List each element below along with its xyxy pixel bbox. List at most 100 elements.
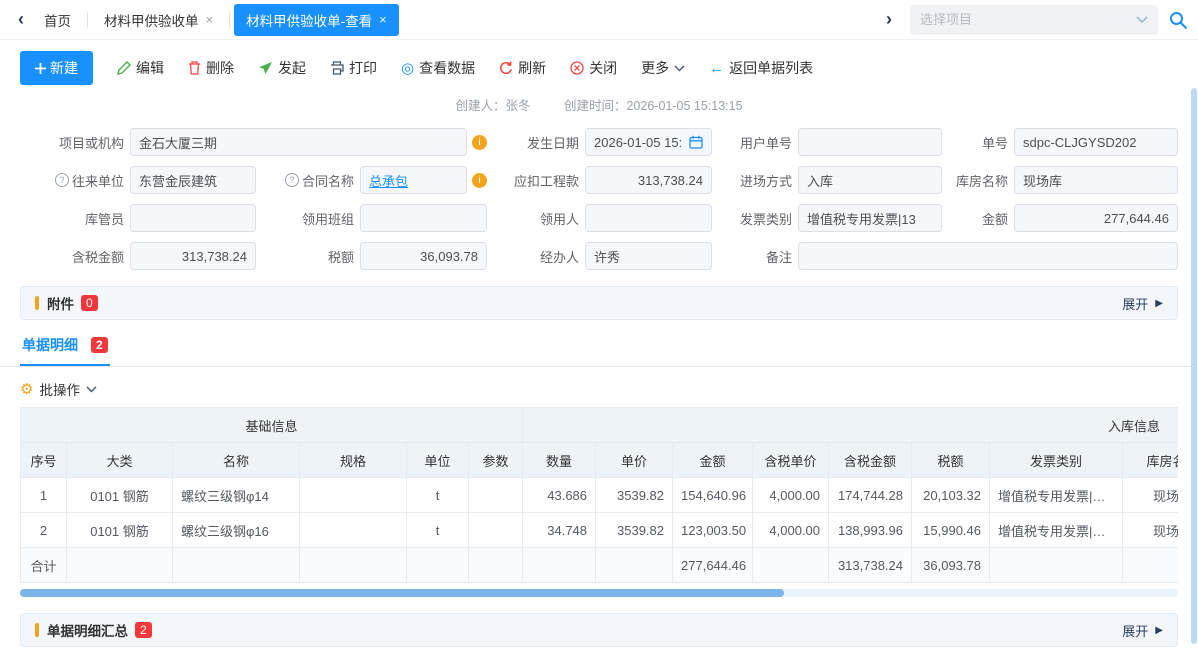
button-label: 关闭 (589, 58, 617, 78)
field-req-person: 领用人 (487, 204, 712, 232)
contract-link[interactable]: 总承包 (369, 171, 408, 190)
project-select-input[interactable] (920, 12, 1136, 27)
arrow-left-icon: ← (709, 60, 724, 77)
tab-home[interactable]: 首页 (32, 4, 83, 36)
field-label: 发票类别 (712, 209, 798, 228)
new-button[interactable]: 新建 (20, 51, 93, 85)
table-cell (173, 548, 300, 583)
table-row[interactable]: 20101 钢筋螺纹三级钢φ16t34.7483539.82123,003.50… (21, 513, 1179, 548)
button-label: 更多 (641, 58, 669, 78)
help-icon[interactable]: ? (285, 173, 299, 187)
summary-expand-button[interactable]: 展开 ▶ (1122, 621, 1163, 640)
occur-date-input[interactable]: 2026-01-05 15: (585, 128, 712, 156)
more-button[interactable]: 更多 (641, 58, 685, 78)
table-cell (523, 548, 596, 583)
expand-label: 展开 (1122, 294, 1148, 313)
keeper-input[interactable] (130, 204, 256, 232)
attachments-bar[interactable]: 附件 0 展开 ▶ (20, 286, 1178, 320)
field-req-team: 领用班组 (256, 204, 487, 232)
table-total-row: 合计277,644.46313,738.2436,093.78 (21, 548, 1179, 583)
vertical-scrollbar-thumb[interactable] (1191, 88, 1197, 644)
counterparty-input[interactable]: 东营金辰建筑 (130, 166, 256, 194)
column-header: 规格 (300, 443, 407, 478)
document-form: 项目或机构 金石大厦三期 i 发生日期 2026-01-05 15: 用户单号 … (20, 128, 1178, 270)
detail-tab-strip: 单据明细 2 (0, 333, 1198, 367)
initiate-button[interactable]: 发起 (258, 58, 306, 78)
view-data-button[interactable]: ◎ 查看数据 (401, 58, 475, 78)
help-icon[interactable]: ? (55, 173, 69, 187)
section-marker (35, 296, 39, 310)
horizontal-scrollbar[interactable] (20, 589, 1178, 597)
tab-document-detail[interactable]: 单据明细 2 (20, 333, 110, 366)
tabs-scroll-left-icon[interactable]: ‹ (10, 9, 32, 30)
column-header: 含税单价 (753, 443, 829, 478)
tab-close-icon[interactable]: × (206, 12, 214, 27)
tab-label: 单据明细 (22, 335, 78, 355)
eye-icon: ◎ (401, 61, 414, 76)
amount-input[interactable]: 277,644.46 (1014, 204, 1178, 232)
field-handler: 经办人 许秀 (487, 242, 712, 270)
column-header: 金额 (673, 443, 753, 478)
close-button[interactable]: 关闭 (570, 58, 617, 78)
button-label: 删除 (206, 58, 234, 78)
warehouse-input[interactable]: 现场库 (1014, 166, 1178, 194)
handler-input[interactable]: 许秀 (585, 242, 712, 270)
info-icon[interactable]: i (472, 173, 487, 188)
batch-operations-label: 批操作 (39, 379, 80, 399)
close-circle-icon (570, 61, 584, 75)
contract-input[interactable]: 总承包 (360, 166, 467, 194)
delete-button[interactable]: 删除 (188, 58, 234, 78)
detail-table: 基础信息 入库信息 序号大类名称规格单位参数数量单价金额含税单价含税金额税额发票… (20, 407, 1178, 583)
table-cell: 277,644.46 (673, 548, 753, 583)
req-team-input[interactable] (360, 204, 487, 232)
chevron-down-icon (1136, 16, 1148, 24)
field-keeper: 库管员 (20, 204, 256, 232)
doc-no-input[interactable]: sdpc-CLJGYSD202 (1014, 128, 1178, 156)
tax-input[interactable]: 36,093.78 (360, 242, 487, 270)
batch-operations-button[interactable]: ⚙ 批操作 (20, 379, 1178, 399)
back-to-list-button[interactable]: ← 返回单据列表 (709, 58, 813, 78)
deduct-amount-input[interactable]: 313,738.24 (585, 166, 712, 194)
field-contract: ?合同名称 总承包 i (256, 166, 487, 194)
tabs-scroll-right-icon[interactable]: › (878, 9, 900, 30)
refresh-button[interactable]: 刷新 (499, 58, 546, 78)
field-project: 项目或机构 金石大厦三期 i (20, 128, 487, 156)
remark-input[interactable] (798, 242, 1178, 270)
button-label: 刷新 (518, 58, 546, 78)
table-cell: 螺纹三级钢φ14 (173, 478, 300, 513)
horizontal-scrollbar-thumb[interactable] (20, 589, 784, 597)
tab-material-view[interactable]: 材料甲供验收单-查看 × (234, 4, 399, 36)
project-select[interactable] (910, 5, 1158, 35)
table-cell (596, 548, 673, 583)
table-row[interactable]: 10101 钢筋螺纹三级钢φ14t43.6863539.82154,640.96… (21, 478, 1179, 513)
info-icon[interactable]: i (472, 135, 487, 150)
detail-summary-bar[interactable]: 单据明细汇总 2 展开 ▶ (20, 613, 1178, 647)
send-icon (258, 61, 273, 75)
req-person-input[interactable] (585, 204, 712, 232)
field-label: 应扣工程款 (487, 171, 585, 190)
tab-material-list[interactable]: 材料甲供验收单 × (92, 4, 225, 36)
tab-label: 材料甲供验收单-查看 (246, 10, 372, 30)
invoice-type-input[interactable]: 增值税专用发票|13 (798, 204, 942, 232)
tab-bar: ‹ 首页 材料甲供验收单 × 材料甲供验收单-查看 × › (0, 0, 1198, 40)
column-header: 大类 (67, 443, 173, 478)
group-header-row: 基础信息 入库信息 (21, 408, 1179, 443)
search-icon[interactable] (1168, 10, 1188, 30)
tax-incl-amount-input[interactable]: 313,738.24 (130, 242, 256, 270)
user-doc-no-input[interactable] (798, 128, 942, 156)
table-cell (300, 548, 407, 583)
column-header: 库房名称 (1123, 443, 1178, 478)
tab-close-icon[interactable]: × (379, 12, 387, 27)
table-cell: 43.686 (523, 478, 596, 513)
print-button[interactable]: 打印 (330, 58, 377, 78)
table-cell: 154,640.96 (673, 478, 753, 513)
field-label: 税额 (256, 247, 360, 266)
entry-mode-input[interactable]: 入库 (798, 166, 942, 194)
created-time-value: 2026-01-05 15:13:15 (626, 99, 742, 113)
calendar-icon[interactable] (689, 135, 703, 149)
table-cell: t (407, 513, 469, 548)
edit-button[interactable]: 编辑 (117, 58, 164, 78)
project-input[interactable]: 金石大厦三期 (130, 128, 467, 156)
attachments-expand-button[interactable]: 展开 ▶ (1122, 294, 1163, 313)
table-cell (1123, 548, 1178, 583)
